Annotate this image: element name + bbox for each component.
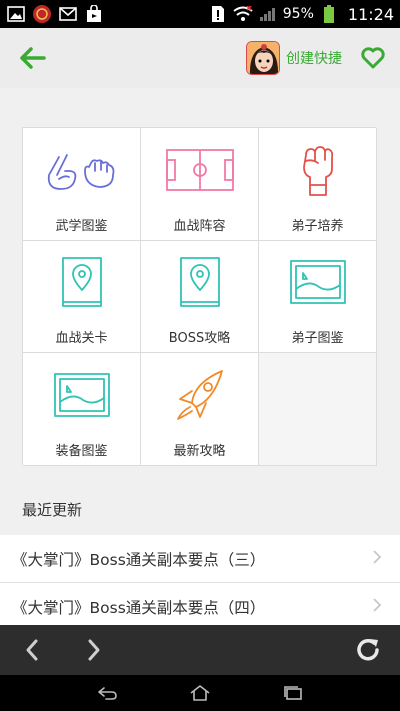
- back-arrow-icon: [20, 47, 46, 69]
- notification-icons: [6, 5, 104, 23]
- tile-battle-lineup[interactable]: 血战阵容: [141, 128, 259, 241]
- tile-label: 最新攻略: [173, 443, 226, 459]
- map-book-icon: [45, 253, 119, 311]
- back-button[interactable]: [14, 40, 50, 76]
- chevron-right-icon: [372, 549, 382, 569]
- map-book-icon: [163, 253, 237, 311]
- browser-toolbar: [0, 625, 400, 675]
- recent-apps-icon: [284, 686, 303, 700]
- app-avatar: [246, 41, 280, 75]
- app-header: 创建快捷: [0, 28, 400, 88]
- battery-percent: 95%: [282, 6, 314, 22]
- landscape-picture-icon: [45, 366, 119, 424]
- tile-label: 血战阵容: [173, 218, 226, 234]
- list-item-title: 《大掌门》Boss通关副本要点（四）: [12, 598, 266, 617]
- chevron-right-icon: [88, 639, 100, 661]
- heart-icon: [361, 47, 385, 69]
- browser-back-button[interactable]: [14, 632, 50, 668]
- create-shortcut-label: 创建快捷: [286, 51, 342, 67]
- fist-icon: [281, 141, 355, 199]
- chevron-right-icon: [372, 597, 382, 617]
- tile-label: 血战关卡: [55, 331, 108, 347]
- home-icon: [190, 685, 210, 701]
- create-shortcut-button[interactable]: 创建快捷: [246, 41, 342, 75]
- list-item-title: 《大掌门》Boss通关副本要点（三）: [12, 550, 266, 569]
- system-status: 95% 11:24: [208, 5, 394, 24]
- tile-battle-stages[interactable]: 血战关卡: [23, 240, 141, 354]
- tile-label: 弟子培养: [291, 218, 344, 234]
- back-icon: [97, 687, 117, 700]
- browser-forward-button[interactable]: [76, 632, 112, 668]
- favorite-button[interactable]: [360, 45, 386, 71]
- sim-alert-icon: [208, 5, 228, 23]
- tile-latest-guides[interactable]: 最新攻略: [141, 353, 259, 466]
- refresh-button[interactable]: [350, 632, 386, 668]
- screen: 95% 11:24 创建快捷 武学图鉴 血战阵容 弟子培养 血战关卡 BOSS攻…: [0, 0, 400, 711]
- wifi-icon: [233, 5, 253, 23]
- tile-label: 武学图鉴: [55, 218, 108, 234]
- tile-label: 弟子图鉴: [291, 331, 344, 347]
- list-item[interactable]: 《大掌门》Boss通关副本要点（三）: [0, 535, 400, 583]
- soccer-field-icon: [163, 141, 237, 199]
- nav-recents-button[interactable]: [278, 681, 308, 705]
- category-grid: 武学图鉴 血战阵容 弟子培养 血战关卡 BOSS攻略 弟子图鉴 装备图鉴 最新攻…: [22, 127, 377, 466]
- system-nav-bar: [0, 675, 400, 711]
- status-bar: 95% 11:24: [0, 0, 400, 28]
- tile-disciple-gallery[interactable]: 弟子图鉴: [259, 240, 377, 354]
- refresh-icon: [357, 638, 379, 661]
- gallery-icon: [6, 5, 26, 23]
- list-item[interactable]: 《大掌门》Boss通关副本要点（四）: [0, 583, 400, 631]
- tile-label: 装备图鉴: [55, 443, 108, 459]
- nav-back-button[interactable]: [92, 681, 122, 705]
- nav-home-button[interactable]: [185, 681, 215, 705]
- gmail-icon: [58, 5, 78, 23]
- chevron-left-icon: [26, 639, 38, 661]
- store-bag-icon: [84, 5, 104, 23]
- recent-updates-list: 《大掌门》Boss通关副本要点（三） 《大掌门》Boss通关副本要点（四）: [0, 535, 400, 631]
- game-app-icon: [32, 5, 52, 23]
- landscape-picture-icon: [281, 253, 355, 311]
- hands-icon: [45, 141, 119, 199]
- tile-boss-guide[interactable]: BOSS攻略: [141, 240, 259, 354]
- tile-disciple-training[interactable]: 弟子培养: [259, 128, 377, 241]
- signal-icon: [258, 5, 278, 23]
- recent-updates-title: 最近更新: [22, 501, 83, 519]
- rocket-icon: [163, 366, 237, 424]
- tile-empty: [259, 353, 377, 466]
- tile-equipment-gallery[interactable]: 装备图鉴: [23, 353, 141, 466]
- tile-martial-arts[interactable]: 武学图鉴: [23, 128, 141, 241]
- clock: 11:24: [347, 4, 394, 24]
- tile-label: BOSS攻略: [168, 331, 231, 347]
- battery-icon: [319, 5, 339, 23]
